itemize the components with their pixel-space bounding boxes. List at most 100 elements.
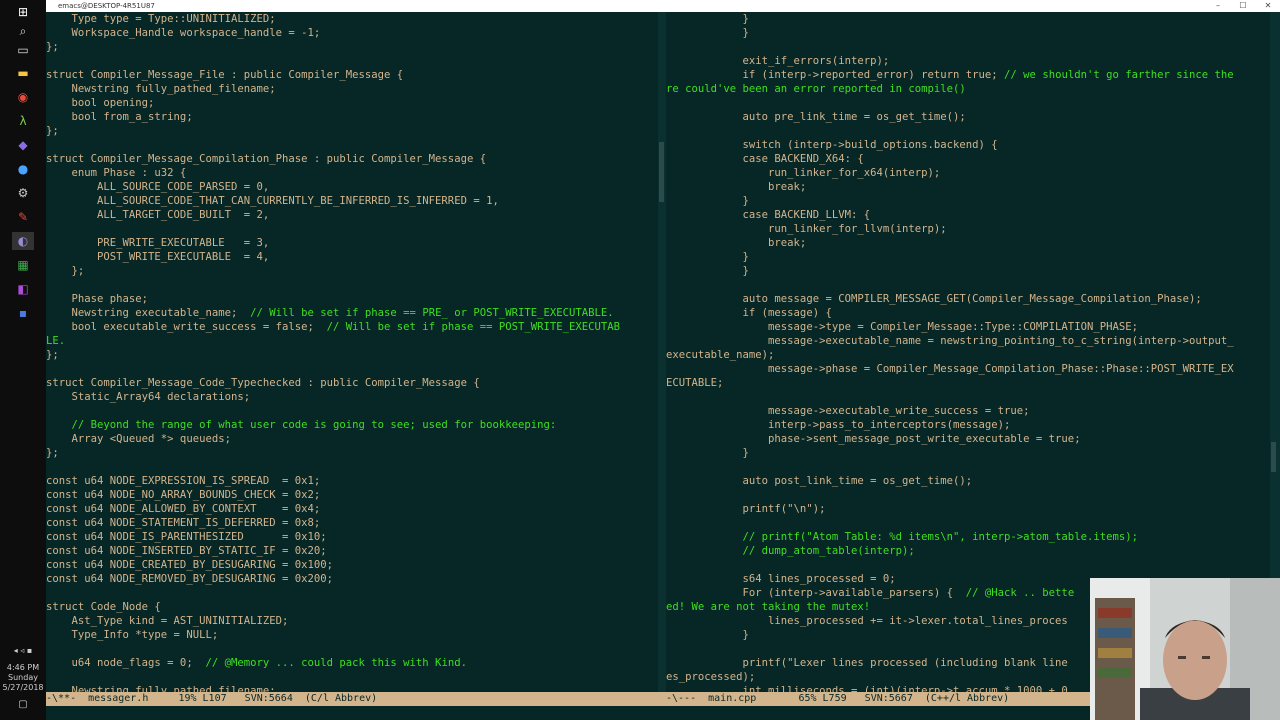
code-line[interactable]: exit_if_errors(interp); bbox=[666, 54, 1270, 68]
code-line[interactable]: if (message) { bbox=[666, 306, 1270, 320]
code-line[interactable]: const u64 NODE_CREATED_BY_DESUGARING = 0… bbox=[46, 558, 658, 572]
code-line[interactable]: interp->pass_to_interceptors(message); bbox=[666, 418, 1270, 432]
code-line[interactable]: bool from_a_string; bbox=[46, 110, 658, 124]
settings-icon[interactable]: ⚙ bbox=[12, 184, 34, 202]
code-line[interactable]: // printf("Atom Table: %d items\n", inte… bbox=[666, 530, 1270, 544]
code-line[interactable]: Type_Info *type = NULL; bbox=[46, 628, 658, 642]
code-line[interactable]: const u64 NODE_NO_ARRAY_BOUNDS_CHECK = 0… bbox=[46, 488, 658, 502]
code-line[interactable]: message->type = Compiler_Message::Type::… bbox=[666, 320, 1270, 334]
code-line[interactable] bbox=[46, 642, 658, 656]
code-line[interactable]: }; bbox=[46, 348, 658, 362]
code-line[interactable]: message->executable_write_success = true… bbox=[666, 404, 1270, 418]
code-line[interactable]: ALL_SOURCE_CODE_PARSED = 0, bbox=[46, 180, 658, 194]
code-line[interactable] bbox=[46, 278, 658, 292]
code-line[interactable] bbox=[46, 362, 658, 376]
code-line[interactable]: Newstring fully_pathed_filename; bbox=[46, 82, 658, 96]
code-line[interactable]: }; bbox=[46, 40, 658, 54]
code-line[interactable]: }; bbox=[46, 124, 658, 138]
code-line[interactable] bbox=[666, 124, 1270, 138]
minimize-button[interactable]: – bbox=[1206, 0, 1230, 12]
code-line[interactable]: printf("\n"); bbox=[666, 502, 1270, 516]
code-line[interactable]: message->executable_name = newstring_poi… bbox=[666, 334, 1270, 348]
scrollbar-thumb[interactable] bbox=[659, 142, 664, 202]
code-line[interactable]: case BACKEND_X64: { bbox=[666, 152, 1270, 166]
code-line[interactable]: enum Phase : u32 { bbox=[46, 166, 658, 180]
code-line[interactable]: break; bbox=[666, 180, 1270, 194]
code-line[interactable]: Static_Array64 declarations; bbox=[46, 390, 658, 404]
code-line[interactable]: // Beyond the range of what user code is… bbox=[46, 418, 658, 432]
search-icon[interactable]: ⌕ bbox=[12, 22, 34, 40]
code-line[interactable]: // dump_atom_table(interp); bbox=[666, 544, 1270, 558]
code-line[interactable]: if (interp->reported_error) return true;… bbox=[666, 68, 1270, 82]
code-line[interactable] bbox=[46, 670, 658, 684]
code-line[interactable]: const u64 NODE_EXPRESSION_IS_SPREAD = 0x… bbox=[46, 474, 658, 488]
visual-studio-icon[interactable]: ◧ bbox=[12, 280, 34, 298]
code-line[interactable]: Array <Queued *> queueds; bbox=[46, 432, 658, 446]
left-modeline[interactable]: -\**- messager.h 19% L107 SVN:5664 (C/l … bbox=[46, 692, 666, 706]
task-view-icon[interactable]: ▭ bbox=[12, 41, 34, 59]
code-line[interactable]: } bbox=[666, 26, 1270, 40]
code-line[interactable]: Workspace_Handle workspace_handle = -1; bbox=[46, 26, 658, 40]
code-line[interactable]: message->phase = Compiler_Message_Compil… bbox=[666, 362, 1270, 376]
code-line[interactable]: const u64 NODE_ALLOWED_BY_CONTEXT = 0x4; bbox=[46, 502, 658, 516]
code-line[interactable]: Newstring executable_name; // Will be se… bbox=[46, 306, 658, 320]
code-line[interactable]: Ast_Type kind = AST_UNINITIALIZED; bbox=[46, 614, 658, 628]
file-explorer-icon[interactable]: ▬ bbox=[12, 64, 34, 82]
code-line[interactable]: case BACKEND_LLVM: { bbox=[666, 208, 1270, 222]
code-line[interactable]: Phase phase; bbox=[46, 292, 658, 306]
notification-icon[interactable]: ▢ bbox=[0, 700, 46, 710]
code-line[interactable]: re could've been an error reported in co… bbox=[666, 82, 1270, 96]
code-line[interactable]: phase->sent_message_post_write_executabl… bbox=[666, 432, 1270, 446]
code-line[interactable]: bool opening; bbox=[46, 96, 658, 110]
code-line[interactable]: const u64 NODE_REMOVED_BY_DESUGARING = 0… bbox=[46, 572, 658, 586]
code-line[interactable]: } bbox=[666, 12, 1270, 26]
code-line[interactable]: bool executable_write_success = false; /… bbox=[46, 320, 658, 334]
code-line[interactable] bbox=[666, 460, 1270, 474]
left-scrollbar[interactable] bbox=[658, 12, 666, 692]
code-line[interactable]: switch (interp->build_options.backend) { bbox=[666, 138, 1270, 152]
code-line[interactable]: executable_name); bbox=[666, 348, 1270, 362]
code-line[interactable]: Newstring fully_pathed_filename; bbox=[46, 684, 658, 692]
code-line[interactable] bbox=[46, 54, 658, 68]
code-line[interactable] bbox=[46, 586, 658, 600]
app-icon[interactable]: ◆ bbox=[12, 136, 34, 154]
clock-time[interactable]: 4:46 PM bbox=[0, 663, 46, 672]
code-line[interactable]: POST_WRITE_EXECUTABLE = 4, bbox=[46, 250, 658, 264]
code-line[interactable] bbox=[666, 278, 1270, 292]
code-line[interactable]: struct Compiler_Message_Code_Typechecked… bbox=[46, 376, 658, 390]
window-titlebar[interactable]: emacs@DESKTOP-4R51U87 – ☐ ✕ bbox=[46, 0, 1280, 12]
code-line[interactable]: break; bbox=[666, 236, 1270, 250]
code-line[interactable]: run_linker_for_x64(interp); bbox=[666, 166, 1270, 180]
code-line[interactable] bbox=[666, 558, 1270, 572]
maximize-button[interactable]: ☐ bbox=[1231, 0, 1255, 12]
code-line[interactable]: const u64 NODE_IS_PARENTHESIZED = 0x10; bbox=[46, 530, 658, 544]
code-line[interactable]: } bbox=[666, 264, 1270, 278]
code-line[interactable]: auto post_link_time = os_get_time(); bbox=[666, 474, 1270, 488]
code-line[interactable]: u64 node_flags = 0; // @Memory ... could… bbox=[46, 656, 658, 670]
code-line[interactable]: PRE_WRITE_EXECUTABLE = 3, bbox=[46, 236, 658, 250]
lambda-app-icon[interactable]: λ bbox=[12, 112, 34, 130]
code-line[interactable]: }; bbox=[46, 264, 658, 278]
windows-start-icon[interactable]: ⊞ bbox=[12, 3, 34, 21]
code-line[interactable]: } bbox=[666, 250, 1270, 264]
code-line[interactable]: } bbox=[666, 194, 1270, 208]
app-icon[interactable]: ● bbox=[12, 160, 34, 178]
code-line[interactable] bbox=[46, 460, 658, 474]
code-line[interactable]: run_linker_for_llvm(interp); bbox=[666, 222, 1270, 236]
code-line[interactable] bbox=[666, 40, 1270, 54]
code-line[interactable]: struct Code_Node { bbox=[46, 600, 658, 614]
code-line[interactable] bbox=[666, 390, 1270, 404]
app-icon[interactable]: ✎ bbox=[12, 208, 34, 226]
code-line[interactable]: const u64 NODE_STATEMENT_IS_DEFERRED = 0… bbox=[46, 516, 658, 530]
code-line[interactable]: }; bbox=[46, 446, 658, 460]
code-text[interactable]: Type type = Type::UNINITIALIZED; Workspa… bbox=[46, 12, 658, 692]
emacs-icon[interactable]: ◐ bbox=[12, 232, 34, 250]
code-line[interactable]: LE. bbox=[46, 334, 658, 348]
tray-icons[interactable]: ◂ ◃ ▪ bbox=[0, 646, 46, 655]
code-line[interactable] bbox=[46, 138, 658, 152]
code-line[interactable]: ECUTABLE; bbox=[666, 376, 1270, 390]
code-line[interactable]: } bbox=[666, 446, 1270, 460]
left-editor-pane[interactable]: Type type = Type::UNINITIALIZED; Workspa… bbox=[46, 12, 658, 692]
code-line[interactable]: ALL_SOURCE_CODE_THAT_CAN_CURRENTLY_BE_IN… bbox=[46, 194, 658, 208]
code-line[interactable] bbox=[666, 516, 1270, 530]
